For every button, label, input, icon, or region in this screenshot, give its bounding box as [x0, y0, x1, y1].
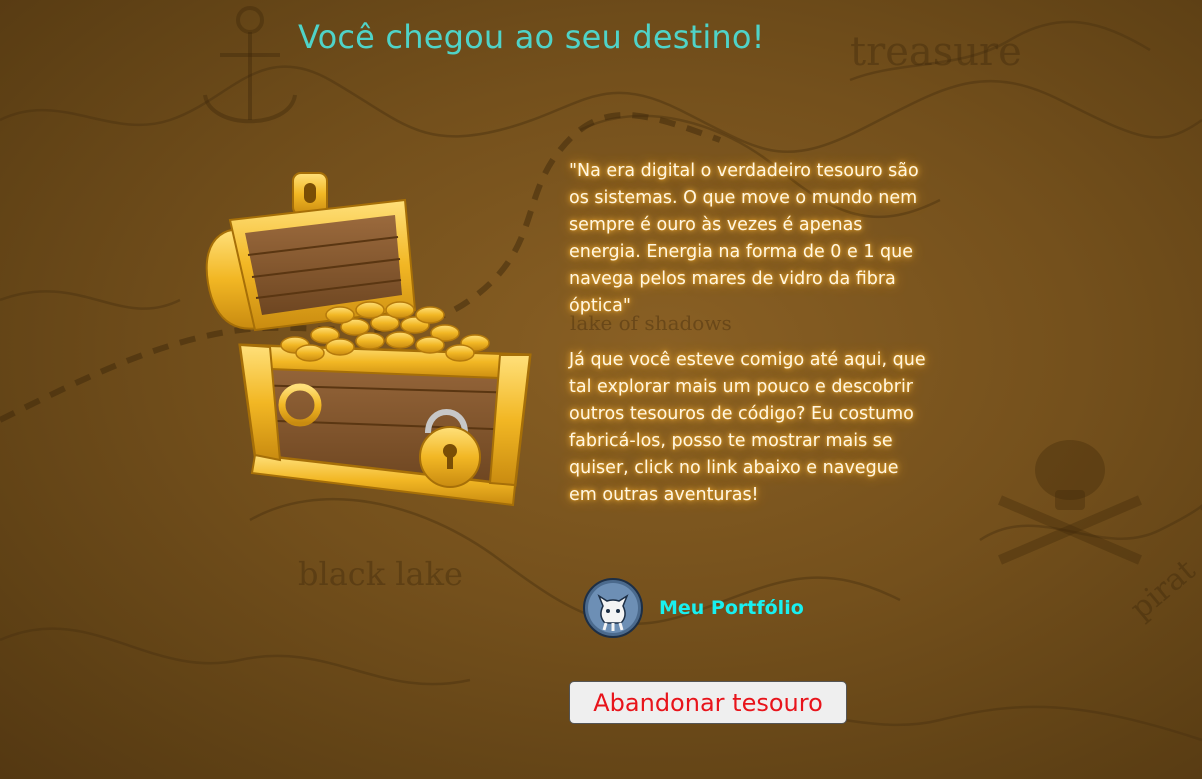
portfolio-link-label: Meu Portfólio — [659, 597, 804, 619]
portfolio-link[interactable]: Meu Portfólio — [583, 577, 804, 639]
github-octocat-icon — [583, 578, 643, 638]
map-label-black-lake: black lake — [298, 555, 463, 593]
map-label-treasure: treasure — [850, 29, 1022, 75]
abandon-treasure-button[interactable]: Abandonar tesouro — [569, 681, 847, 724]
treasure-chest-image — [205, 172, 532, 507]
invitation-paragraph: Já que você esteve comigo até aqui, que … — [569, 350, 926, 505]
map-label-pirat: pirat — [1124, 553, 1202, 627]
page-title: Você chegou ao seu destino! — [298, 18, 765, 56]
story-text: "Na era digital o verdadeiro tesouro são… — [569, 158, 929, 536]
quote-paragraph: "Na era digital o verdadeiro tesouro são… — [569, 161, 919, 316]
